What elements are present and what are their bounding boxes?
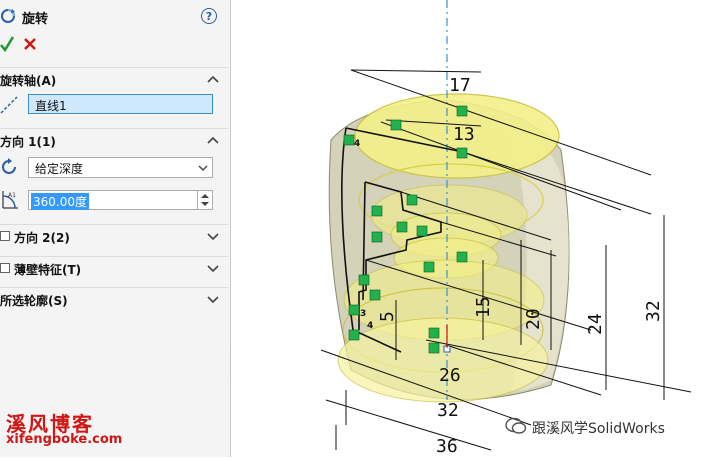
angle-value: 360.00度	[31, 193, 89, 210]
section-thin-header[interactable]: 薄壁特征(T)	[0, 256, 228, 279]
dimension-15[interactable]: 15	[473, 296, 494, 318]
dimension-36[interactable]: 36	[436, 436, 458, 457]
dimension-13[interactable]: 13	[453, 124, 475, 145]
property-manager: 旋转 ? 旋转轴(A) 直线1 方向 1(1) 给定深度 A1 360.00度	[0, 0, 231, 457]
revolve-icon	[1, 9, 15, 23]
chevron-down-icon[interactable]	[206, 261, 220, 275]
section-direction2-header[interactable]: 方向 2(2)	[0, 224, 228, 247]
chevron-down-icon	[198, 165, 208, 171]
marker-label-4-bottom: 4	[367, 321, 373, 331]
watermark-right-text: 跟溪风学SolidWorks	[532, 421, 665, 437]
end-condition-value: 给定深度	[35, 162, 84, 176]
help-icon[interactable]: ?	[201, 8, 217, 24]
direction2-checkbox[interactable]	[0, 231, 10, 241]
section-direction2-label: 方向 2(2)	[14, 231, 70, 245]
reverse-direction-icon[interactable]	[0, 157, 18, 177]
dimension-32-horizontal[interactable]: 32	[437, 400, 459, 421]
watermark-left-url: xifengboke.com	[6, 432, 123, 447]
dimension-17[interactable]: 17	[449, 75, 471, 96]
dimension-5[interactable]: 5	[377, 311, 398, 322]
dimension-24[interactable]: 24	[585, 313, 606, 335]
cancel-x-icon[interactable]	[22, 36, 38, 52]
chevron-up-icon[interactable]	[206, 72, 220, 86]
panel-title: 旋转	[22, 12, 49, 27]
marker-label-3: 3	[360, 309, 366, 319]
section-direction1-label: 方向 1(1)	[0, 135, 56, 149]
svg-text:A1: A1	[8, 192, 16, 199]
marker-label-4-top: 4	[354, 139, 360, 149]
chevron-down-icon[interactable]	[206, 229, 220, 243]
section-contours-label: 所选轮廓(S)	[0, 294, 68, 308]
chevron-down-icon[interactable]	[206, 292, 220, 306]
section-axis-label: 旋转轴(A)	[0, 74, 57, 88]
spinner-icon[interactable]	[197, 191, 212, 209]
thin-feature-checkbox[interactable]	[0, 263, 10, 273]
panel-titlebar: 旋转 ?	[0, 0, 230, 32]
section-direction1-header[interactable]: 方向 1(1)	[0, 128, 228, 151]
dimension-26[interactable]: 26	[439, 365, 461, 386]
section-axis-header[interactable]: 旋转轴(A)	[0, 67, 228, 90]
end-condition-select[interactable]: 给定深度	[28, 157, 213, 178]
section-thin-label: 薄壁特征(T)	[14, 263, 82, 277]
model-view[interactable]: 17 13 15 20 24 32 5 26 32 36 4 4 3	[231, 0, 711, 457]
dimension-20[interactable]: 20	[523, 308, 544, 330]
dimension-32-vertical[interactable]: 32	[643, 300, 664, 322]
chevron-up-icon[interactable]	[206, 133, 220, 147]
axis-line-icon	[0, 96, 18, 114]
ok-check-icon[interactable]	[0, 35, 14, 53]
wechat-icon	[505, 417, 527, 434]
graphics-viewport[interactable]: 17 13 15 20 24 32 5 26 32 36 4 4 3	[231, 0, 711, 457]
axis-selection-field[interactable]: 直线1	[28, 94, 213, 114]
angle-input[interactable]: 360.00度	[28, 190, 213, 210]
angle-icon: A1	[2, 191, 18, 209]
section-contours-header[interactable]: 所选轮廓(S)	[0, 287, 228, 310]
